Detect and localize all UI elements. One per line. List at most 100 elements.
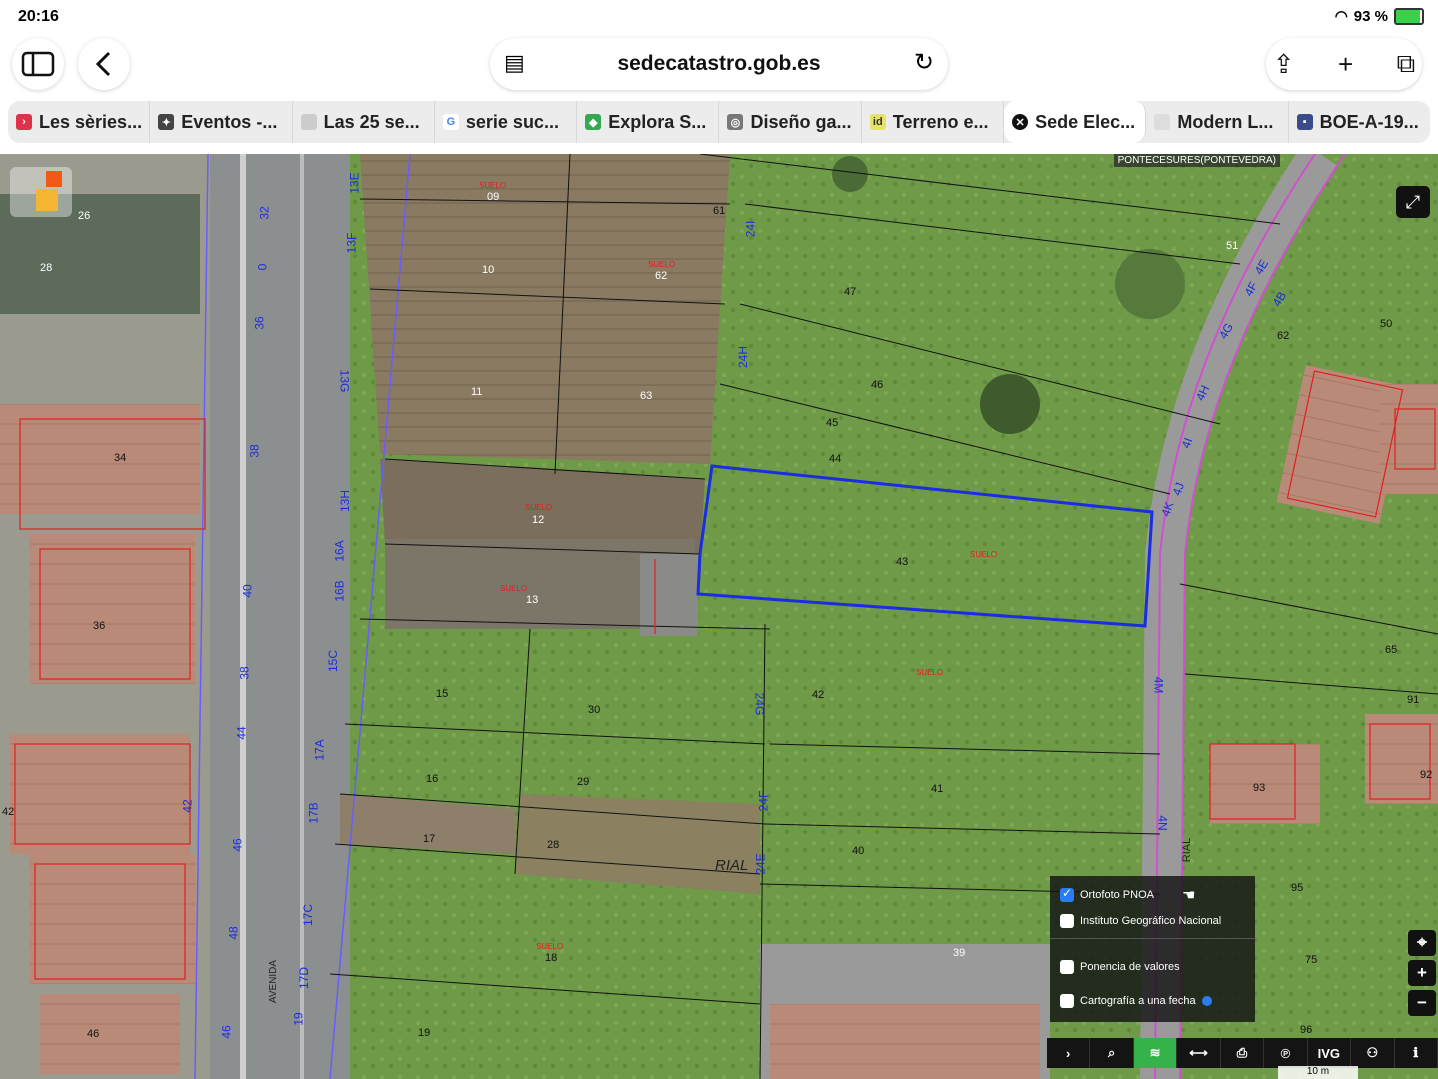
road-number: 36 xyxy=(252,316,267,330)
tabs-overview-icon[interactable]: ⧉ xyxy=(1397,48,1416,80)
status-bar: 20:16 ◠ 93 % xyxy=(0,0,1438,34)
crosshair-icon: ⌖ xyxy=(1417,933,1427,952)
parcel-number: 62 xyxy=(655,270,668,282)
parcel-button[interactable]: ℗ xyxy=(1264,1038,1308,1068)
reload-icon[interactable]: ↻ xyxy=(914,48,934,77)
locate-button[interactable]: ⌖ xyxy=(1408,930,1436,956)
print-icon: ⎙ xyxy=(1236,1045,1248,1060)
info-icon: ℹ xyxy=(1413,1045,1419,1060)
layer-checkbox[interactable] xyxy=(1060,960,1074,974)
tab-6[interactable]: id Terreno e... xyxy=(862,101,1005,143)
parcel-number: 26 xyxy=(78,210,91,222)
google-icon: G xyxy=(442,114,459,130)
print-button[interactable]: ⎙ xyxy=(1221,1038,1265,1068)
cadastral-map[interactable]: PONTECESURES(PONTEVEDRA) ⤢ 09 10 11 12 1… xyxy=(0,154,1438,1079)
parcel-number: 29 xyxy=(577,776,590,788)
road-code: 17D xyxy=(297,966,312,990)
layer-ponencia[interactable]: Ponencia de valores xyxy=(1060,960,1180,974)
fullscreen-button[interactable]: ⤢ xyxy=(1396,186,1430,218)
measure-button[interactable]: ⟷ xyxy=(1177,1038,1221,1068)
road-code: 15C xyxy=(326,649,341,673)
status-right: ◠ 93 % xyxy=(1335,7,1424,25)
status-time: 20:16 xyxy=(18,8,59,25)
parcel-number: 42 xyxy=(812,689,825,701)
parcel-number: 50 xyxy=(1380,318,1393,330)
plus-icon: + xyxy=(1417,963,1427,982)
page-icon xyxy=(1154,114,1171,130)
share-map-button[interactable]: ⚇ xyxy=(1351,1038,1395,1068)
parcel-number: 28 xyxy=(547,839,560,851)
layer-ortofoto[interactable]: Ortofoto PNOA ☚ xyxy=(1060,886,1195,904)
parcel-number: 30 xyxy=(588,704,601,716)
info-icon[interactable] xyxy=(1201,996,1212,1006)
layers-panel: Ortofoto PNOA ☚ Instituto Geográfico Nac… xyxy=(1050,876,1255,1022)
road-number: 40 xyxy=(240,584,255,598)
tab-2[interactable]: Las 25 se... xyxy=(293,101,435,143)
tab-9[interactable]: ▪ BOE-A-19... xyxy=(1289,101,1430,143)
tab-8[interactable]: Modern L... xyxy=(1146,101,1289,143)
map-toolbar: › ⌕ ≋ ⟷ ⎙ ℗ IVG ⚇ ℹ xyxy=(1047,1038,1438,1068)
hand-cursor-icon: ☚ xyxy=(1181,887,1196,904)
parcel-number: 10 xyxy=(482,264,495,276)
layer-cartografia[interactable]: Cartografía a una fecha xyxy=(1060,994,1212,1008)
road-code: 16A xyxy=(332,540,347,562)
expand-icon: ⤢ xyxy=(1405,191,1421,212)
zoom-out-button[interactable]: − xyxy=(1408,990,1436,1016)
tab-5[interactable]: ◎ Diseño ga... xyxy=(719,101,862,143)
street-label: RIAL xyxy=(715,857,749,874)
search-icon: ⌕ xyxy=(1108,1045,1116,1060)
road-code: 17A xyxy=(312,739,327,761)
road-code: 13H xyxy=(338,489,353,513)
search-button[interactable]: ⌕ xyxy=(1090,1038,1134,1068)
browser-toolbar: ▤ sedecatastro.gob.es ↻ ⇪ + ⧉ xyxy=(0,34,1438,96)
road-code: 4M xyxy=(1151,676,1166,694)
road-number: 32 xyxy=(257,206,272,220)
parcel-number: 11 xyxy=(471,386,483,398)
avenue-label: AVENIDA xyxy=(268,959,280,1004)
boe-icon: ▪ xyxy=(1296,114,1313,130)
expand-toolbar-button[interactable]: › xyxy=(1047,1038,1091,1068)
layer-checkbox[interactable] xyxy=(1060,914,1074,928)
ivg-button[interactable]: IVG xyxy=(1308,1038,1352,1068)
tab-4[interactable]: ◆ Explora S... xyxy=(577,101,720,143)
layer-label: Ponencia de valores xyxy=(1080,961,1180,973)
parcel-number: 18 xyxy=(545,952,558,964)
id-icon: id xyxy=(869,114,886,130)
parcel-type-label: SUELO xyxy=(916,668,944,677)
parcel-number: 92 xyxy=(1420,769,1433,781)
tab-label: Les sèries... xyxy=(39,111,143,132)
sidebar-button[interactable] xyxy=(12,38,64,90)
address-bar[interactable]: ▤ sedecatastro.gob.es ↻ xyxy=(490,38,948,90)
layers-button[interactable]: ≋ xyxy=(1133,1038,1178,1068)
tab-0[interactable]: › Les sèries... xyxy=(8,101,151,143)
parcel-number: 41 xyxy=(931,783,944,795)
road-code: 13F xyxy=(344,232,359,254)
close-icon[interactable]: ✕ xyxy=(1012,114,1029,130)
info-button[interactable]: ℹ xyxy=(1395,1038,1438,1068)
layer-ign[interactable]: Instituto Geográfico Nacional xyxy=(1060,914,1221,928)
zoom-in-button[interactable]: + xyxy=(1408,960,1436,986)
page-icon xyxy=(300,114,317,130)
parcel-number: 36 xyxy=(93,620,106,632)
parcel-number: 45 xyxy=(826,417,839,429)
parcel-number: 44 xyxy=(829,453,842,465)
road-code: 17B xyxy=(306,802,321,824)
layer-checkbox[interactable] xyxy=(1060,886,1074,902)
chevron-right-icon: › xyxy=(1066,1045,1071,1061)
new-tab-icon[interactable]: + xyxy=(1338,49,1353,80)
road-code: 24H xyxy=(736,345,751,369)
tab-3[interactable]: Gserie suc... xyxy=(435,101,578,143)
battery-percent: 93 % xyxy=(1353,7,1388,25)
share-icon[interactable]: ⇪ xyxy=(1273,49,1295,80)
region-label: PONTECESURES(PONTEVEDRA) xyxy=(1113,154,1280,167)
road-number: 46 xyxy=(230,838,245,852)
back-button[interactable] xyxy=(78,38,130,90)
tab-1[interactable]: ✦ Eventos -... xyxy=(150,101,293,143)
parcel-number: 46 xyxy=(87,1028,100,1040)
layer-checkbox[interactable] xyxy=(1060,994,1074,1008)
bookmark-icon: › xyxy=(16,114,32,130)
url-text: sedecatastro.gob.es xyxy=(617,52,821,75)
tab-7[interactable]: ✕ Sede Elec... xyxy=(1004,101,1147,143)
parcel-number: 42 xyxy=(2,806,15,818)
road-code: 4N xyxy=(1155,815,1170,831)
